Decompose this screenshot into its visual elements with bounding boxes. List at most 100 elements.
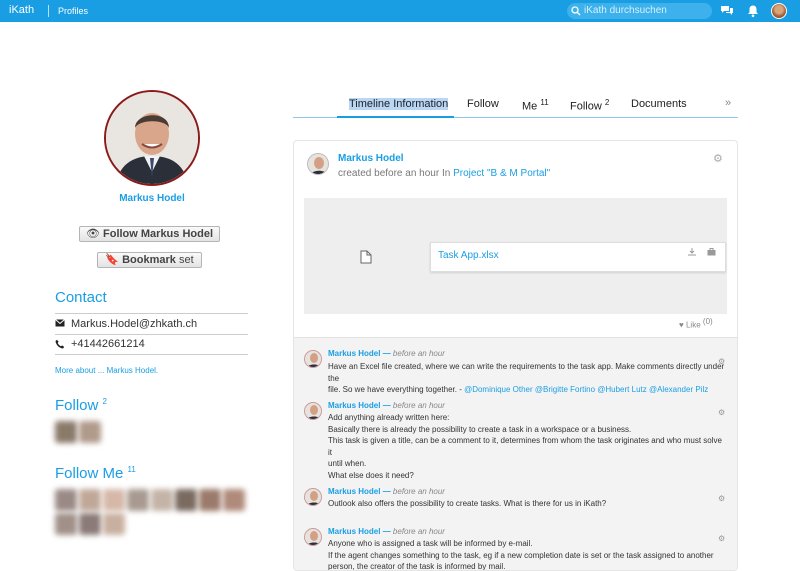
follower-avatar[interactable] — [223, 489, 245, 511]
attachment-file-name[interactable]: Task App.xlsx — [438, 250, 499, 261]
comment-line: If the agent changes something to the ta… — [328, 550, 714, 560]
comment-header: Markus Hodel — before an hour — [328, 527, 445, 536]
follower-avatar[interactable] — [79, 489, 101, 511]
gear-icon[interactable]: ⚙ — [713, 152, 723, 165]
tab-documents[interactable]: Documents — [631, 98, 687, 110]
tab-me[interactable]: Me 11 — [522, 98, 549, 113]
comment-header: Markus Hodel — before an hour — [328, 487, 445, 496]
follower-avatar[interactable] — [175, 489, 197, 511]
comment-line: Basically there is already the possibili… — [328, 424, 632, 434]
follow-me-heading: Follow Me 11 — [55, 465, 136, 482]
comment-header: Markus Hodel — before an hour — [328, 401, 445, 410]
tab-label: Timeline Information — [349, 98, 449, 110]
comment-author-name[interactable]: Markus Hodel — [328, 487, 380, 496]
profile-photo-image — [106, 92, 198, 184]
user-avatar[interactable] — [771, 3, 787, 19]
post-author-avatar[interactable] — [307, 153, 329, 175]
comment-line: Anyone who is assigned a task will be in… — [328, 539, 533, 548]
divider — [48, 5, 49, 17]
follower-avatar[interactable] — [199, 489, 221, 511]
divider — [55, 354, 248, 355]
comment-text: Have an Excel file created, where we can… — [328, 361, 728, 396]
follow-heading-label: Follow — [55, 397, 99, 414]
chat-icon[interactable] — [720, 4, 734, 18]
top-navigation-bar: iKath Profiles iKath durchsuchen — [0, 0, 800, 22]
comment-author-avatar[interactable] — [304, 402, 322, 420]
download-icon[interactable] — [688, 248, 696, 256]
contact-phone-row: +41442661214 — [55, 335, 248, 353]
tab-label: Me — [522, 100, 538, 113]
bookmark-label: Bookmark — [122, 254, 176, 266]
profile-name[interactable]: Markus Hodel — [60, 193, 244, 204]
comment-line: Add anything already written here: — [328, 413, 450, 422]
envelope-icon — [55, 319, 65, 327]
comment-line: person, the creator of the task is infor… — [328, 562, 506, 571]
comment-author-avatar[interactable] — [304, 488, 322, 506]
comment-author-avatar[interactable] — [304, 528, 322, 546]
tab-label: Follow — [570, 100, 602, 113]
follow-user-button[interactable]: 👁 Follow Markus Hodel — [79, 226, 220, 242]
comment-author-name[interactable]: Markus Hodel — [328, 349, 380, 358]
follow-me-heading-label: Follow Me — [55, 465, 124, 482]
comment-line: This task is given a title, can be a com… — [328, 436, 722, 457]
file-icon — [360, 250, 372, 264]
post-author-name[interactable]: Markus Hodel — [338, 153, 404, 164]
comment-time: before an hour — [392, 487, 445, 496]
contact-phone[interactable]: +41442661214 — [71, 335, 145, 353]
tab-follow[interactable]: Follow — [467, 98, 499, 110]
follower-avatar[interactable] — [103, 489, 125, 511]
search-input[interactable]: iKath durchsuchen — [567, 3, 712, 19]
comment-text: Anyone who is assigned a task will be in… — [328, 538, 728, 571]
chevron-right-icon[interactable]: » — [725, 97, 731, 109]
contact-email[interactable]: Markus.Hodel@zhkath.ch — [71, 315, 197, 333]
comment-author-name[interactable]: Markus Hodel — [328, 401, 380, 410]
more-about-link[interactable]: More about ... Markus Hodel. — [55, 366, 158, 375]
comment-line: What else does it need? — [328, 470, 414, 480]
bookmark-button[interactable]: 🔖 Bookmark set — [97, 252, 202, 268]
project-link[interactable]: Project "B & M Portal" — [453, 168, 550, 179]
comment-header: Markus Hodel — before an hour — [328, 349, 445, 358]
like-button[interactable]: ♥ Like (0) — [679, 317, 713, 330]
follower-avatar[interactable] — [55, 421, 77, 443]
search-icon — [571, 6, 581, 16]
heart-icon: ♥ — [679, 320, 684, 330]
comment-time: before an hour — [392, 527, 445, 536]
comment-line: Have an Excel file created, where we can… — [328, 362, 725, 383]
comment-author-name[interactable]: Markus Hodel — [328, 527, 380, 536]
app-logo[interactable]: iKath — [9, 4, 34, 16]
follower-avatar[interactable] — [55, 513, 77, 535]
comment-text: Add anything already written here: Basic… — [328, 412, 728, 482]
post-time: created before an hour In — [338, 168, 454, 179]
bell-icon[interactable] — [746, 4, 760, 18]
bookmark-label-suffix: set — [175, 254, 194, 266]
eye-icon: 👁 — [85, 228, 100, 240]
tab-timeline-information[interactable]: Timeline Information — [349, 98, 449, 110]
comment-line: file. So we have everything together. - … — [328, 384, 728, 396]
follower-avatar[interactable] — [79, 513, 101, 535]
timeline-post: Markus Hodel created before an hour In P… — [293, 140, 738, 571]
comment-mentions[interactable]: @Dominique Other @Brigitte Fortino @Hube… — [464, 385, 708, 394]
comment-author-avatar[interactable] — [304, 350, 322, 368]
follower-avatar[interactable] — [79, 421, 101, 443]
tab-follow-2[interactable]: Follow 2 — [570, 98, 609, 113]
contact-heading: Contact — [55, 289, 107, 306]
follower-avatar[interactable] — [103, 513, 125, 535]
comment-time: before an hour — [392, 349, 445, 358]
breadcrumb-profiles[interactable]: Profiles — [58, 6, 88, 16]
briefcase-icon[interactable] — [707, 248, 716, 256]
follower-avatar[interactable] — [127, 489, 149, 511]
profile-photo — [104, 90, 200, 186]
follower-avatar[interactable] — [151, 489, 173, 511]
comment-line: Outlook also offers the possibility to c… — [328, 499, 607, 508]
follow-count: 2 — [102, 397, 107, 406]
like-label: Like — [685, 320, 701, 330]
active-tab-indicator — [337, 116, 454, 118]
divider — [55, 313, 248, 314]
phone-icon — [55, 339, 65, 349]
comment-line: until when. — [328, 459, 367, 469]
follower-avatar[interactable] — [55, 489, 77, 511]
attachment-file[interactable]: Task App.xlsx — [430, 242, 726, 272]
tab-count: 2 — [604, 98, 610, 107]
tab-label: Documents — [631, 98, 687, 110]
follow-heading: Follow 2 — [55, 397, 107, 414]
